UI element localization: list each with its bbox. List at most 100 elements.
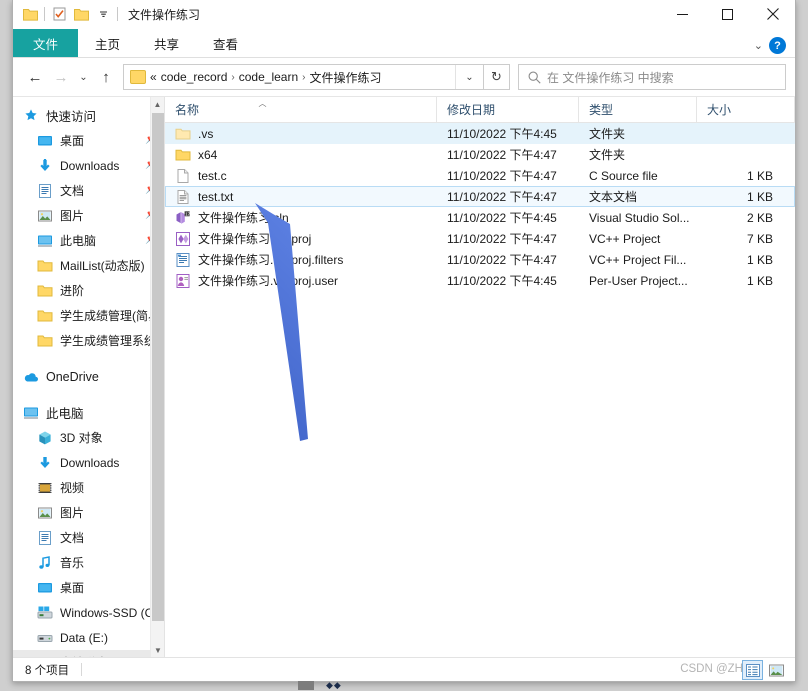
text-file-icon: [177, 189, 189, 204]
sidebar-item-desktop-pc[interactable]: 桌面: [13, 575, 164, 600]
sidebar-item-pictures[interactable]: 图片 📌: [13, 203, 164, 228]
scroll-up-icon[interactable]: ▲: [151, 97, 164, 111]
table-row[interactable]: 17 文件操作练习.sln 11/10/2022 下午4:45 Visual S…: [165, 207, 795, 228]
table-row[interactable]: x64 11/10/2022 下午4:47 文件夹: [165, 144, 795, 165]
up-button[interactable]: ↑: [93, 64, 119, 90]
refresh-button[interactable]: ↻: [484, 64, 510, 90]
sort-ascending-icon: ︿: [258, 99, 267, 108]
file-type: 文本文档: [589, 190, 638, 204]
file-size: 1 KB: [746, 189, 773, 204]
file-date: 11/10/2022 下午4:47: [447, 190, 557, 204]
file-name: 文件操作练习.vcxproj: [198, 232, 312, 246]
file-name: x64: [198, 147, 218, 162]
new-folder-icon[interactable]: [70, 3, 92, 25]
breadcrumb-dropdown-icon[interactable]: ⌄: [455, 65, 483, 89]
properties-icon[interactable]: [48, 3, 70, 25]
table-row[interactable]: 文件操作练习.vcxproj 11/10/2022 下午4:47 VC++ Pr…: [165, 228, 795, 249]
sidebar-item-desktop[interactable]: 桌面 📌: [13, 128, 164, 153]
tab-home[interactable]: 主页: [78, 30, 137, 57]
tab-file[interactable]: 文件: [13, 29, 79, 57]
scrollbar-thumb[interactable]: [152, 113, 164, 621]
tab-share[interactable]: 共享: [137, 30, 196, 57]
file-type: Visual Studio Sol...: [589, 210, 690, 225]
downloads-icon: [40, 456, 50, 468]
breadcrumb-part-0[interactable]: code_record: [161, 70, 228, 84]
file-name: 文件操作练习.vcxproj.filters: [198, 253, 344, 267]
navigation-tree: 快速访问 桌面 📌 Downloads 📌: [13, 97, 164, 657]
breadcrumb-separator[interactable]: ›: [302, 72, 305, 83]
tab-view[interactable]: 查看: [196, 30, 255, 57]
sidebar-item-windows-ssd[interactable]: Windows-SSD (C: [13, 600, 164, 625]
table-row[interactable]: 文件操作练习.vcxproj.user 11/10/2022 下午4:45 Pe…: [165, 270, 795, 291]
file-name: test.c: [198, 168, 227, 183]
column-header-name[interactable]: ︿ 名称: [165, 97, 437, 122]
sidebar-item-this-pc[interactable]: 此电脑 📌: [13, 228, 164, 253]
table-row[interactable]: test.c 11/10/2022 下午4:47 C Source file 1…: [165, 165, 795, 186]
details-view-icon[interactable]: [742, 660, 763, 680]
ribbon-tabs: 文件 主页 共享 查看 ⌄ ?: [13, 28, 795, 58]
recent-locations-button[interactable]: ⌄: [74, 64, 93, 90]
chevron-down-icon[interactable]: ⌄: [754, 39, 763, 52]
column-header-date[interactable]: 修改日期: [437, 97, 579, 122]
sidebar-item-maillist[interactable]: MailList(动态版): [13, 253, 164, 278]
explorer-body: 快速访问 桌面 📌 Downloads 📌: [13, 96, 795, 657]
pictures-icon: [38, 507, 52, 518]
downloads-icon: [40, 158, 50, 171]
large-icons-view-icon[interactable]: [766, 660, 787, 680]
search-input[interactable]: 在 文件操作练习 中搜索: [547, 69, 674, 86]
sidebar-item-label: MailList(动态版): [60, 259, 145, 273]
breadcrumb[interactable]: « code_record › code_learn › 文件操作练习 ⌄: [123, 64, 484, 90]
file-name: test.txt: [198, 189, 234, 204]
file-date: 11/10/2022 下午4:47: [447, 148, 557, 162]
sidebar-item-label: 桌面: [60, 134, 85, 148]
table-row[interactable]: 文件操作练习.vcxproj.filters 11/10/2022 下午4:47…: [165, 249, 795, 270]
sidebar-group-quick-access[interactable]: 快速访问: [13, 103, 164, 128]
sidebar-item-pictures-pc[interactable]: 图片: [13, 500, 164, 525]
sidebar-item-downloads[interactable]: Downloads 📌: [13, 153, 164, 178]
close-button[interactable]: [750, 0, 795, 28]
file-type: VC++ Project: [589, 231, 661, 246]
file-date: 11/10/2022 下午4:47: [447, 253, 557, 267]
column-header-type[interactable]: 类型: [579, 97, 697, 122]
divider: [117, 7, 118, 21]
breadcrumb-folder-icon: [130, 70, 146, 84]
sidebar-item-student-grades-simple[interactable]: 学生成绩管理(简易: [13, 303, 164, 328]
sidebar-item-label: 桌面: [60, 581, 85, 595]
file-size: 1 KB: [746, 252, 773, 267]
back-button[interactable]: ←: [22, 64, 48, 90]
scroll-down-icon[interactable]: ▼: [151, 643, 164, 657]
maximize-button[interactable]: [705, 0, 750, 28]
table-row[interactable]: test.txt 11/10/2022 下午4:47 文本文档 1 KB: [165, 186, 795, 207]
sidebar-group-this-pc[interactable]: 此电脑: [13, 400, 164, 425]
sidebar-item-documents-pc[interactable]: 文档: [13, 525, 164, 550]
minimize-button[interactable]: [660, 0, 705, 28]
forward-button[interactable]: →: [48, 64, 74, 90]
column-header-size[interactable]: 大小: [697, 97, 795, 122]
sidebar-item-label: Downloads: [60, 158, 120, 173]
file-size: 1 KB: [746, 168, 773, 183]
sidebar-item-videos[interactable]: 视频: [13, 475, 164, 500]
sidebar-item-music[interactable]: 音乐: [13, 550, 164, 575]
breadcrumb-separator[interactable]: ›: [231, 72, 234, 83]
sidebar-group-label: OneDrive: [46, 369, 99, 384]
sidebar-item-jinjie[interactable]: 进阶: [13, 278, 164, 303]
customize-qat-dropdown-icon[interactable]: [92, 3, 114, 25]
onedrive-icon: [24, 372, 39, 382]
table-row[interactable]: .vs 11/10/2022 下午4:45 文件夹: [165, 123, 795, 144]
drive-icon: [37, 634, 53, 642]
search-box[interactable]: 在 文件操作练习 中搜索: [518, 64, 786, 90]
sidebar-group-onedrive[interactable]: OneDrive: [13, 364, 164, 389]
sidebar-item-data-drive[interactable]: Data (E:): [13, 625, 164, 650]
breadcrumb-part-2[interactable]: 文件操作练习: [309, 69, 381, 86]
breadcrumb-part-1[interactable]: code_learn: [239, 70, 298, 84]
sidebar-item-label: 此电脑: [60, 234, 97, 248]
help-icon[interactable]: ?: [769, 37, 786, 54]
sidebar-item-label: 文档: [60, 531, 85, 545]
sidebar-item-downloads-pc[interactable]: Downloads: [13, 450, 164, 475]
sidebar-item-documents[interactable]: 文档 📌: [13, 178, 164, 203]
sidebar-item-local-disk-f[interactable]: 本地磁盘 (F:): [13, 650, 164, 657]
sidebar-item-student-grades-system[interactable]: 学生成绩管理系统: [13, 328, 164, 353]
sidebar-scrollbar[interactable]: ▲ ▼: [150, 97, 164, 657]
folder-icon[interactable]: [19, 3, 41, 25]
sidebar-item-3d-objects[interactable]: 3D 对象: [13, 425, 164, 450]
